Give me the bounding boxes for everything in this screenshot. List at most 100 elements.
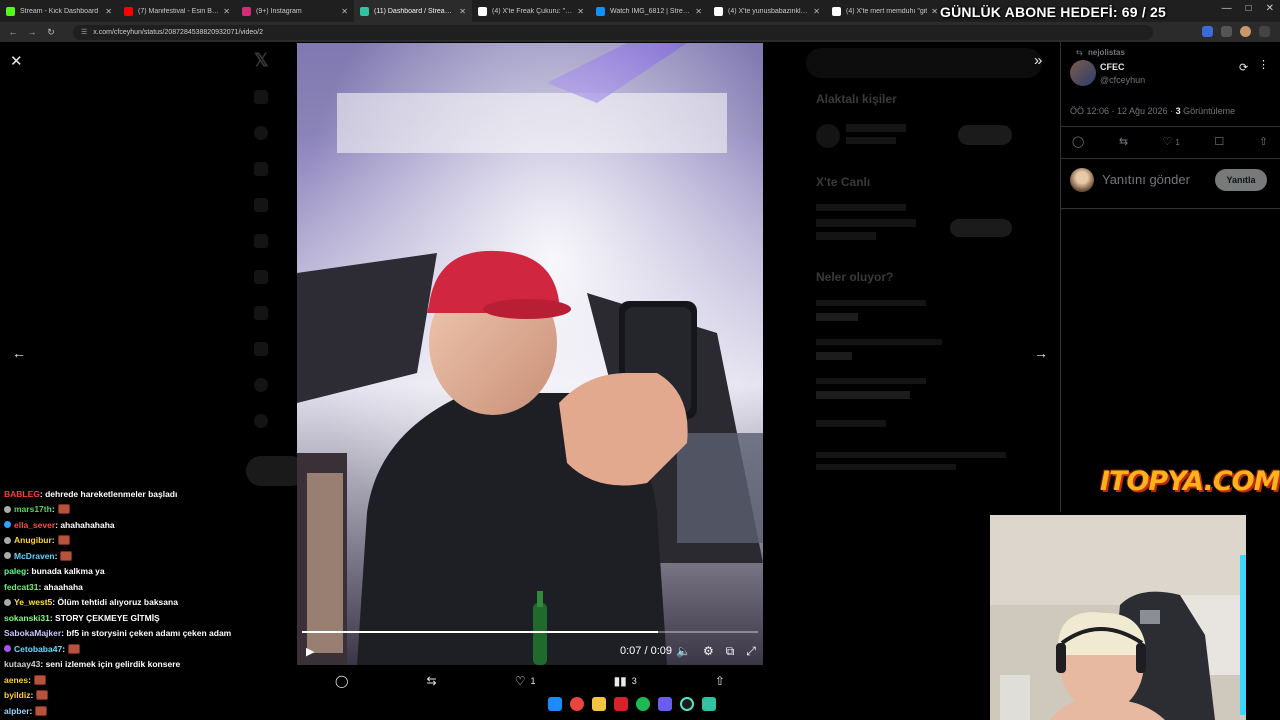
chat-username[interactable]: Ye_west5 — [14, 597, 52, 607]
video-progress-bar[interactable] — [302, 631, 758, 633]
minimize-icon[interactable]: — — [1222, 3, 1232, 14]
browser-tab[interactable]: (4) X'te yunusbabazinkl: "https: ✕ — [708, 0, 826, 22]
show-more-link[interactable] — [816, 420, 886, 427]
collapse-panel-icon[interactable]: » — [1034, 52, 1042, 69]
play-icon[interactable]: ▶ — [306, 645, 314, 658]
tab-close-icon[interactable]: ✕ — [931, 7, 938, 16]
back-icon[interactable]: ← — [6, 27, 20, 37]
folder-icon[interactable] — [592, 697, 606, 711]
nav-explore-icon[interactable] — [254, 126, 268, 140]
chat-username[interactable]: aenes — [4, 675, 28, 685]
browser-tab[interactable]: (4) X'te Freak Çukuru: "Derbed✕ — [472, 0, 590, 22]
maximize-icon[interactable]: □ — [1246, 3, 1252, 14]
extension-icon[interactable] — [1221, 26, 1232, 37]
tab-close-icon[interactable]: ✕ — [223, 7, 230, 16]
share-button[interactable]: ⇧ — [715, 674, 725, 688]
chat-username[interactable]: McDraven — [14, 551, 55, 561]
like-button[interactable]: ♡ 1 — [515, 674, 536, 688]
tab-close-icon[interactable]: ✕ — [341, 7, 348, 16]
menu-icon[interactable] — [1259, 26, 1270, 37]
settings-icon[interactable]: ⚙ — [703, 644, 714, 659]
x-app-icon[interactable] — [614, 697, 628, 711]
search-box[interactable] — [806, 48, 1042, 78]
tweet-timestamp[interactable]: ÖÖ 12:06 · 12 Ağu 2026 · — [1070, 106, 1176, 116]
browser-tab[interactable]: (7) Manifestival - Esin Baha ✕ — [118, 0, 236, 22]
live-title[interactable] — [816, 219, 916, 227]
chat-username[interactable]: ella_sever — [14, 520, 55, 530]
nav-grok-icon[interactable] — [254, 234, 268, 248]
obs-icon[interactable] — [680, 697, 694, 711]
suggestion-avatar[interactable] — [816, 124, 840, 148]
more-options-icon[interactable]: ⋮ — [1258, 58, 1269, 71]
follow-button[interactable] — [958, 125, 1012, 145]
chat-username[interactable]: Anugibur — [14, 535, 52, 545]
reply-submit-button[interactable]: Yanıtla — [1215, 169, 1267, 191]
streamlabs-icon[interactable] — [702, 697, 716, 711]
nav-communities-icon[interactable] — [254, 270, 268, 284]
nav-home-icon[interactable] — [254, 90, 268, 104]
url-field[interactable]: ☰ x.com/cfceyhun/status/2087284538820932… — [73, 24, 1153, 40]
grok-icon[interactable]: ⟳ — [1239, 61, 1248, 74]
tab-close-icon[interactable]: ✕ — [105, 7, 112, 16]
chat-username[interactable]: paleg — [4, 566, 26, 576]
chat-username[interactable]: fedcat31 — [4, 582, 39, 592]
nav-verified-icon[interactable] — [254, 342, 268, 356]
tab-close-icon[interactable]: ✕ — [577, 7, 584, 16]
site-info-icon[interactable]: ☰ — [81, 28, 87, 36]
nav-more-icon[interactable] — [254, 414, 268, 428]
start-icon[interactable] — [548, 697, 562, 711]
footer-links[interactable] — [816, 452, 1006, 458]
footer-links[interactable] — [816, 464, 956, 470]
user-handle[interactable]: @cfceyhun — [1100, 75, 1145, 85]
chat-username[interactable]: SabokaMajker — [4, 628, 61, 638]
like-button[interactable]: ♡ 1 — [1163, 135, 1180, 148]
reply-icon[interactable]: ◯ — [1072, 135, 1084, 148]
chat-username[interactable]: Cetobaba47 — [14, 644, 62, 654]
tab-close-icon[interactable]: ✕ — [813, 7, 820, 16]
trend-item[interactable] — [816, 352, 852, 360]
suggestion-name[interactable] — [846, 124, 906, 132]
trend-item[interactable] — [816, 313, 858, 321]
avatar[interactable] — [1070, 60, 1096, 86]
nav-profile-icon[interactable] — [254, 378, 268, 392]
close-icon[interactable]: ✕ — [10, 52, 23, 70]
chat-username[interactable]: BABLEG — [4, 489, 40, 499]
trend-item[interactable] — [816, 391, 910, 399]
reply-input[interactable]: Yanıtını gönder — [1102, 172, 1190, 187]
browser-tab[interactable]: (11) Dashboard / Streamlabs ✕ — [354, 0, 472, 22]
reposted-by[interactable]: nejolistas — [1088, 48, 1125, 57]
chat-username[interactable]: kutaay43 — [4, 659, 40, 669]
share-icon[interactable]: ⇧ — [1259, 135, 1268, 148]
chat-username[interactable]: sokanski31 — [4, 613, 50, 623]
tab-close-icon[interactable]: ✕ — [459, 7, 466, 16]
browser-tab[interactable]: Watch IMG_6812 | Streamable ✕ — [590, 0, 708, 22]
views-button[interactable]: ▮▮ 3 — [614, 674, 637, 688]
fullscreen-icon[interactable]: ⤢ — [746, 644, 756, 659]
nav-messages-icon[interactable] — [254, 198, 268, 212]
extension-icon[interactable] — [1202, 26, 1213, 37]
browser-tab[interactable]: (9+) Instagram ✕ — [236, 0, 354, 22]
discord-icon[interactable] — [658, 697, 672, 711]
repost-button[interactable]: ⇆ — [427, 674, 437, 688]
tab-close-icon[interactable]: ✕ — [695, 7, 702, 16]
chat-username[interactable]: byildiz — [4, 690, 30, 700]
nav-notifications-icon[interactable] — [254, 162, 268, 176]
browser-tab[interactable]: (4) X'te mert memduhı "git ✕ — [826, 0, 944, 22]
bookmark-icon[interactable]: ☐ — [1214, 135, 1224, 148]
chrome-icon[interactable] — [570, 697, 584, 711]
browser-tab[interactable]: Stream - Kick Dashboard ✕ — [0, 0, 118, 22]
next-media-icon[interactable]: → — [1034, 345, 1048, 361]
spotify-icon[interactable] — [636, 697, 650, 711]
chat-username[interactable]: mars17th — [14, 504, 52, 514]
close-window-icon[interactable]: ✕ — [1266, 3, 1274, 14]
display-name[interactable]: CFEC — [1100, 62, 1125, 72]
nav-premium-icon[interactable] — [254, 306, 268, 320]
picture-in-picture-icon[interactable]: ⧉ — [726, 644, 735, 659]
forward-icon[interactable]: → — [25, 27, 39, 37]
volume-icon[interactable]: 🔈 — [676, 644, 691, 659]
chat-username[interactable]: alpber — [4, 706, 30, 716]
previous-media-icon[interactable]: ← — [12, 345, 26, 361]
reply-button[interactable]: ◯ — [335, 674, 348, 688]
profile-avatar-icon[interactable] — [1240, 26, 1251, 37]
repost-icon[interactable]: ⇆ — [1119, 135, 1128, 148]
